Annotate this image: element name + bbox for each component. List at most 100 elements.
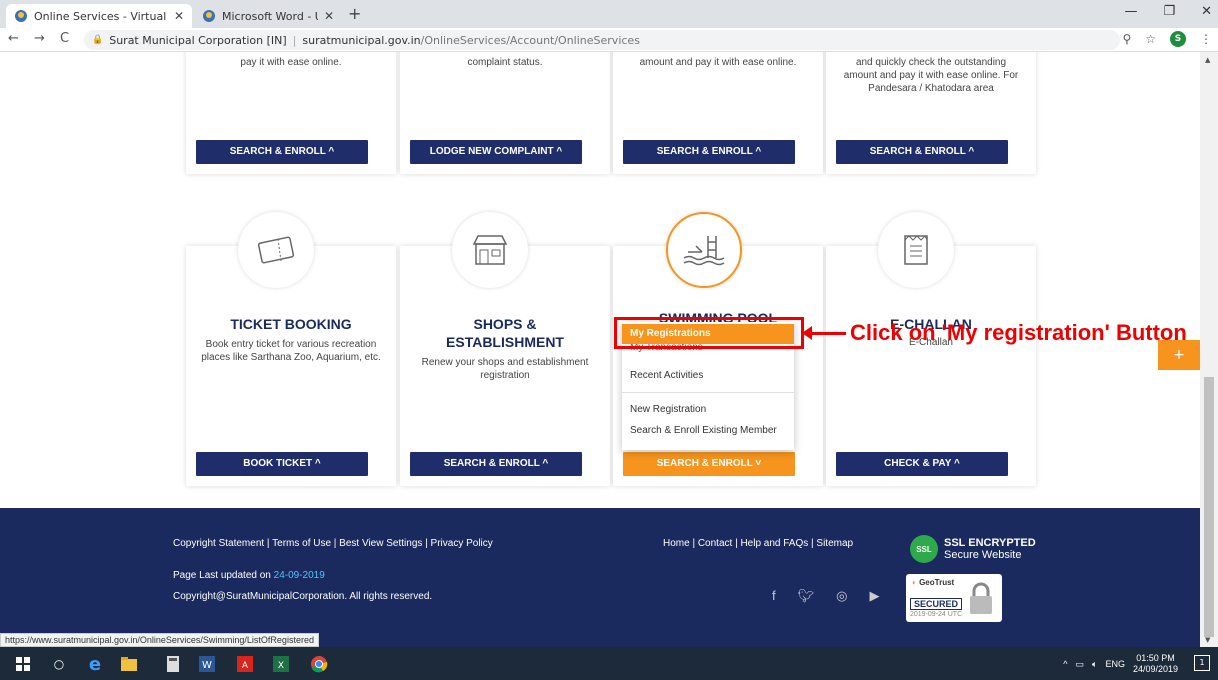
service-card: pay it with ease online. SEARCH & ENROLL…: [186, 52, 396, 174]
language-indicator[interactable]: ENG: [1105, 659, 1125, 669]
zoom-icon[interactable]: ⚲: [1122, 32, 1131, 46]
new-registration-item[interactable]: New Registration: [622, 400, 794, 420]
geotrust-date: 2019-09-24 UTC: [910, 611, 963, 618]
scrollbar-thumb[interactable]: [1204, 377, 1214, 637]
check-pay-button[interactable]: CHECK & PAY ^: [836, 452, 1008, 476]
system-tray: ^ ▭ 🔈︎ ENG 01:50 PM 24/09/2019: [1063, 653, 1178, 675]
geotrust-brand: ◐ GeoTrust: [912, 578, 955, 587]
forward-icon[interactable]: →: [34, 31, 45, 46]
card-title-line1: SHOPS &: [473, 316, 537, 332]
url-separator: |: [292, 33, 297, 47]
last-updated: Page Last updated on 24-09-2019: [173, 570, 325, 581]
new-tab-button[interactable]: +: [348, 4, 361, 23]
notification-center-icon[interactable]: 1: [1194, 655, 1210, 671]
challan-icon: [878, 212, 954, 288]
ssl-encrypted-badge: SSL SSL ENCRYPTED Secure Website: [910, 535, 1036, 563]
copyright-text: Copyright@SuratMunicipalCorporation. All…: [173, 591, 433, 602]
search-enroll-button[interactable]: SEARCH & ENROLL ^: [196, 140, 368, 164]
last-updated-date: 24-09-2019: [273, 570, 325, 581]
clock-date: 24/09/2019: [1132, 664, 1178, 674]
shop-icon: [452, 212, 528, 288]
swimming-pool-icon: [666, 212, 742, 288]
scroll-up-icon[interactable]: ▲: [1205, 56, 1210, 64]
close-tab-icon[interactable]: ✕: [174, 9, 184, 23]
bookmark-star-icon[interactable]: ☆: [1145, 32, 1156, 46]
card-title-line2: ESTABLISHMENT: [446, 334, 564, 350]
browser-actions: ⚲ ☆ S ⋮: [1122, 31, 1212, 47]
instruction-annotation: Click on 'My registration' Button: [802, 320, 1187, 346]
search-circle-icon[interactable]: ○: [50, 655, 68, 673]
status-bar-url: https://www.suratmunicipal.gov.in/Online…: [0, 633, 319, 647]
url-domain: suratmunicipal.gov.in: [302, 33, 421, 47]
clock-time: 01:50 PM: [1136, 653, 1175, 663]
twitter-icon[interactable]: 🐦︎: [798, 588, 815, 604]
floating-plus-button[interactable]: +: [1158, 340, 1200, 370]
url-input[interactable]: 🔒 Surat Municipal Corporation [IN] | sur…: [84, 30, 1120, 50]
volume-icon[interactable]: 🔈︎: [1092, 659, 1097, 670]
instagram-icon[interactable]: ◎: [836, 588, 847, 604]
close-window-icon[interactable]: ✕: [1201, 4, 1212, 19]
reload-icon[interactable]: C: [60, 31, 69, 46]
geotrust-seal[interactable]: ◐ GeoTrust SECURED 2019-09-24 UTC: [906, 574, 1002, 622]
footer-links-right[interactable]: Home | Contact | Help and FAQs | Sitemap: [663, 538, 853, 549]
calculator-icon[interactable]: [164, 655, 182, 673]
svg-text:W: W: [202, 660, 212, 671]
system-clock[interactable]: 01:50 PM 24/09/2019: [1133, 653, 1178, 675]
search-enroll-button[interactable]: SEARCH & ENROLL ^: [623, 140, 795, 164]
page-scrollbar[interactable]: ▲ ▼: [1200, 52, 1218, 647]
network-icon[interactable]: ▭: [1076, 659, 1085, 670]
word-app-icon[interactable]: W: [198, 655, 216, 673]
close-tab-icon[interactable]: ✕: [324, 9, 334, 23]
annotation-text: Click on 'My registration' Button: [850, 320, 1187, 345]
service-card: and quickly check the outstanding amount…: [826, 52, 1036, 174]
url-site-name: Surat Municipal Corporation [IN]: [109, 33, 287, 47]
lock-icon: 🔒: [92, 35, 104, 45]
search-enroll-button[interactable]: SEARCH & ENROLL ^: [836, 140, 1008, 164]
smc-logo-icon: [203, 10, 215, 22]
windows-taskbar: ○ e W A X ^ ▭ 🔈︎ ENG 01:50 PM 24/09/2019…: [0, 647, 1218, 680]
menu-kebab-icon[interactable]: ⋮: [1200, 32, 1212, 46]
page-content: pay it with ease online. SEARCH & ENROLL…: [0, 52, 1200, 647]
chrome-browser-icon[interactable]: [310, 655, 328, 673]
search-enroll-button[interactable]: SEARCH & ENROLL ^: [410, 452, 582, 476]
arrow-left-icon: [802, 325, 846, 340]
ticket-icon: [238, 212, 314, 288]
tab-online-services[interactable]: Online Services - Virtual Civic Ce ✕: [6, 4, 192, 28]
window-controls: — ❐ ✕: [1124, 4, 1212, 19]
tab-title: Microsoft Word - User Manual fo: [222, 9, 318, 23]
scroll-down-icon[interactable]: ▼: [1205, 636, 1210, 644]
pdf-reader-icon[interactable]: A: [236, 655, 254, 673]
youtube-icon[interactable]: ▶: [869, 588, 879, 604]
tab-title: Online Services - Virtual Civic Ce: [34, 9, 168, 23]
geotrust-secured: SECURED: [910, 598, 962, 610]
tray-chevron-icon[interactable]: ^: [1063, 659, 1067, 669]
search-enroll-member-item[interactable]: Search & Enroll Existing Member: [622, 421, 794, 441]
card-description: Renew your shops and establishment regis…: [421, 357, 589, 381]
restore-icon[interactable]: ❐: [1163, 4, 1175, 19]
book-ticket-button[interactable]: BOOK TICKET ^: [196, 452, 368, 476]
excel-app-icon[interactable]: X: [272, 655, 290, 673]
service-card: complaint status. LODGE NEW COMPLAINT ^: [400, 52, 610, 174]
minimize-icon[interactable]: —: [1124, 4, 1137, 19]
browser-tab-bar: Online Services - Virtual Civic Ce ✕ Mic…: [0, 0, 1218, 28]
url-path: /OnlineServices/Account/OnlineServices: [420, 33, 640, 47]
site-footer: Copyright Statement | Terms of Use | Bes…: [0, 508, 1200, 647]
back-icon[interactable]: ←: [8, 31, 19, 46]
profile-avatar[interactable]: S: [1170, 31, 1186, 47]
recent-activities-item[interactable]: Recent Activities: [622, 366, 794, 386]
tab-word-manual[interactable]: Microsoft Word - User Manual fo ✕: [194, 4, 342, 28]
ssl-shield-icon: SSL: [910, 535, 938, 563]
service-card: amount and pay it with ease online. SEAR…: [613, 52, 823, 174]
card-description: and quickly check the outstanding amount…: [843, 57, 1019, 94]
windows-start-icon[interactable]: [14, 655, 32, 673]
edge-browser-icon[interactable]: e: [86, 654, 104, 675]
smc-logo-icon: [15, 10, 27, 22]
facebook-icon[interactable]: f: [772, 588, 776, 604]
svg-text:A: A: [242, 661, 249, 671]
ssl-title: SSL ENCRYPTED: [944, 537, 1036, 549]
search-enroll-button[interactable]: SEARCH & ENROLL ˅: [623, 452, 795, 476]
file-explorer-icon[interactable]: [120, 655, 138, 673]
social-links: f 🐦︎ ◎ ▶: [772, 588, 879, 604]
footer-links-left[interactable]: Copyright Statement | Terms of Use | Bes…: [173, 538, 493, 549]
lodge-complaint-button[interactable]: LODGE NEW COMPLAINT ^: [410, 140, 582, 164]
